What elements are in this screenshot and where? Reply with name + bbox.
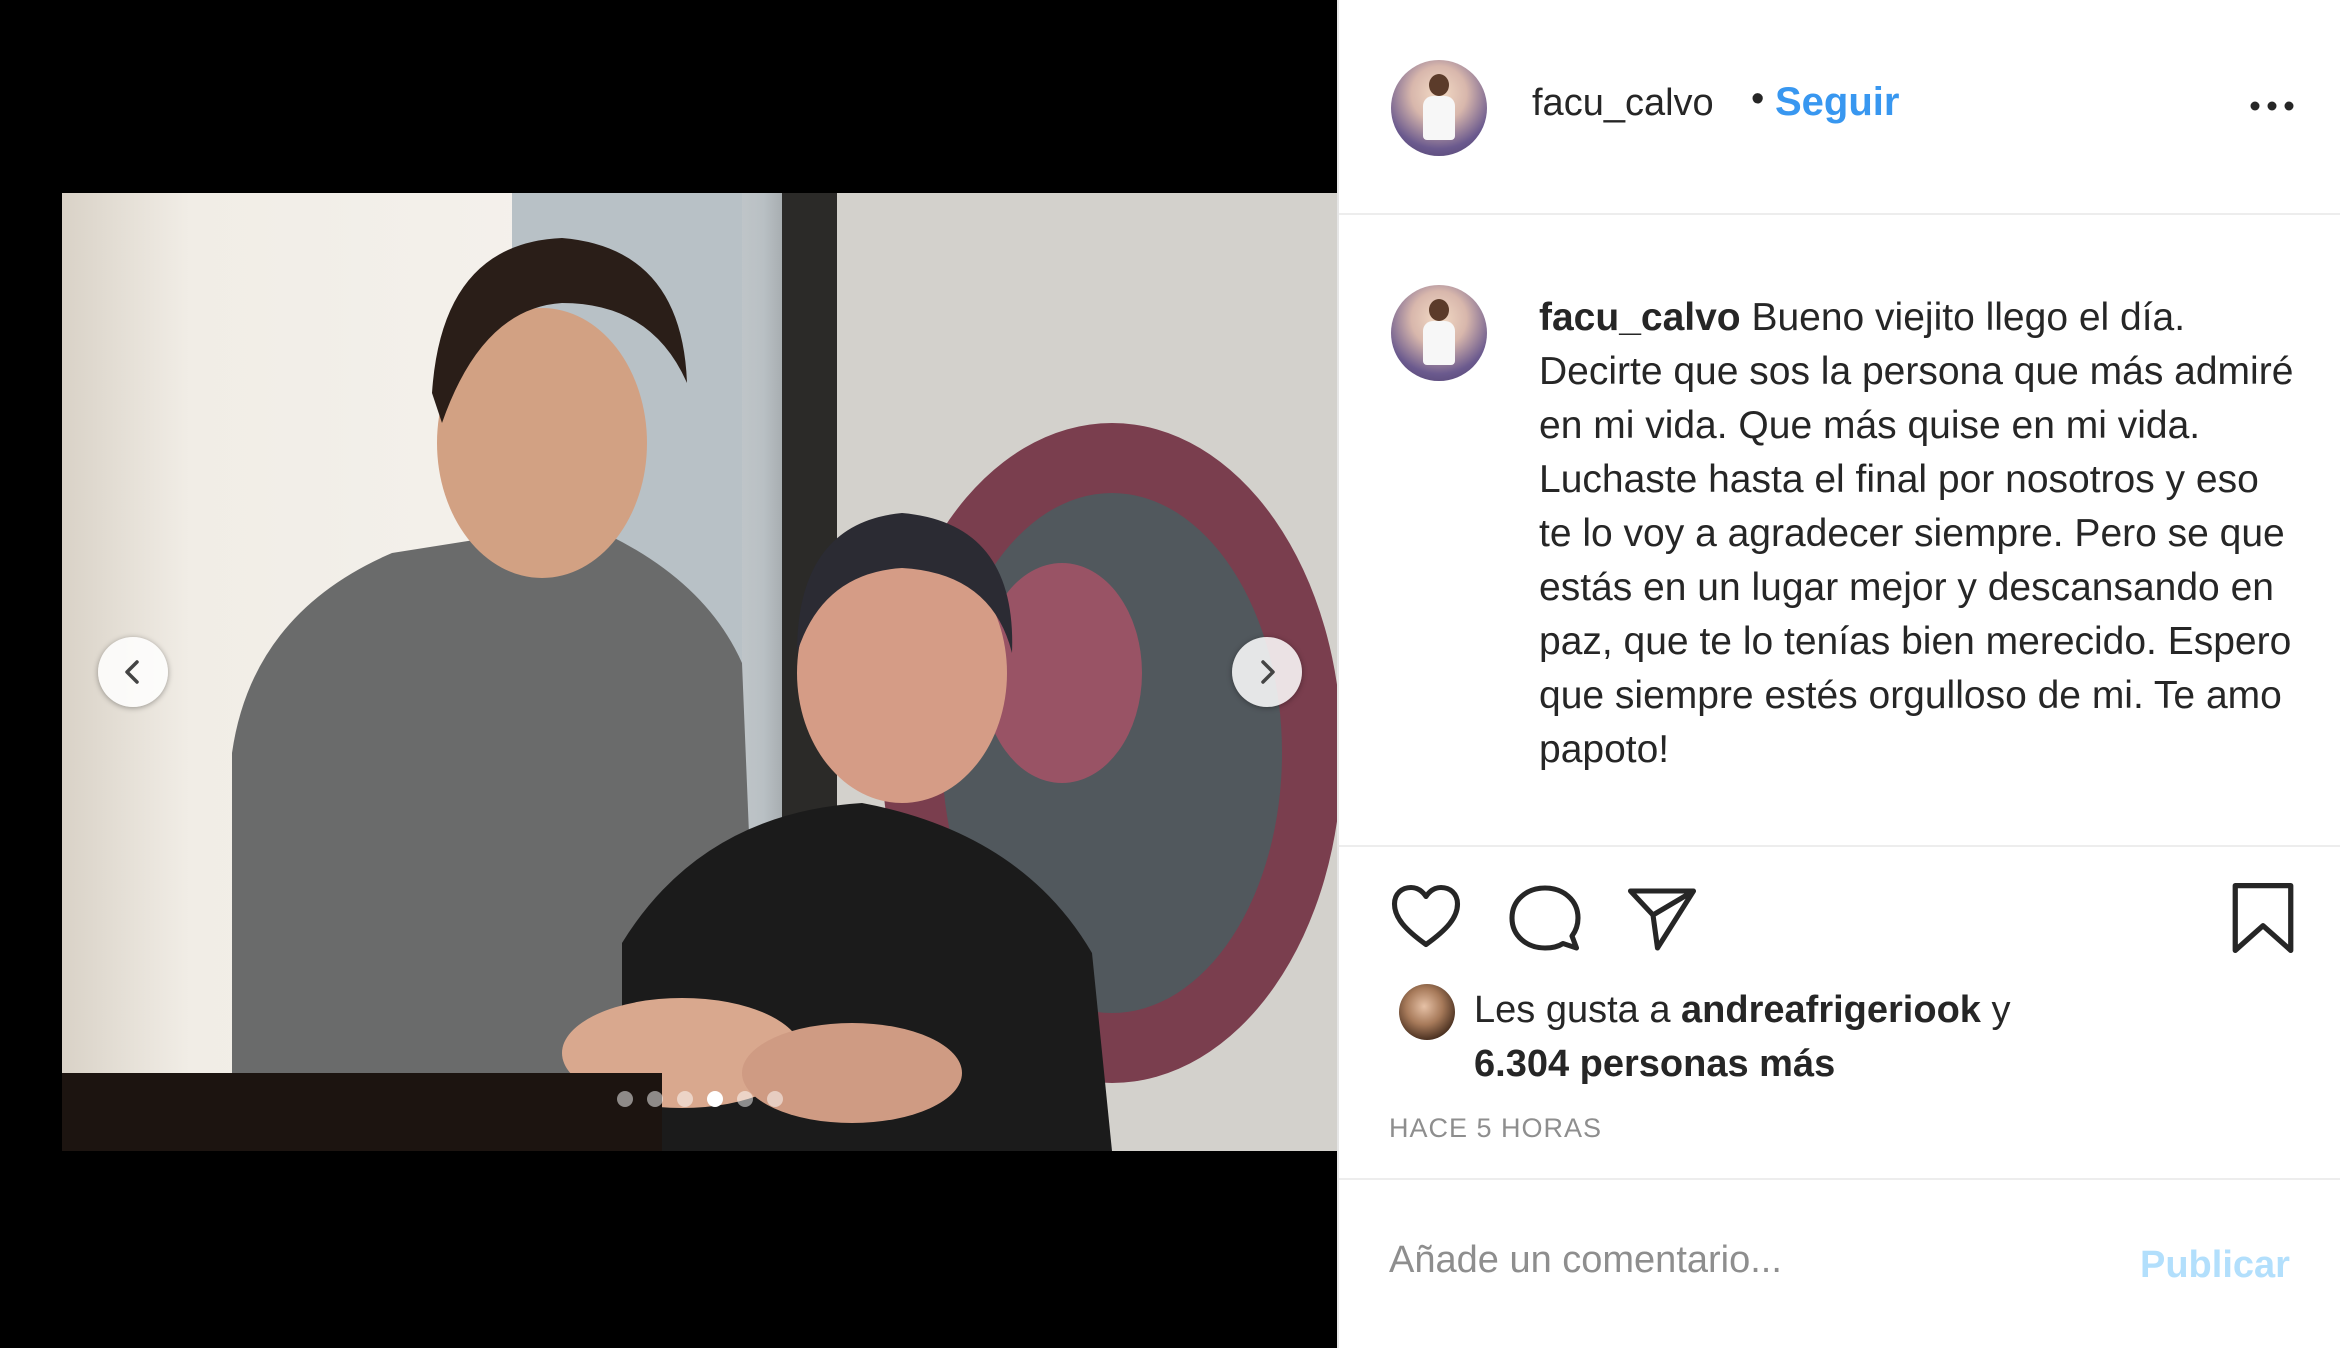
carousel-dot-active	[707, 1091, 723, 1107]
header-username[interactable]: facu_calvo	[1532, 82, 1714, 125]
caption-body: Bueno viejito llego el día. Decirte que …	[1539, 296, 2294, 771]
comment-bar: Publicar	[1339, 1178, 2340, 1348]
more-options-icon	[2250, 101, 2294, 111]
carousel-dot	[767, 1091, 783, 1107]
caption-username[interactable]: facu_calvo	[1539, 296, 1741, 339]
table	[62, 1073, 662, 1151]
actions-section: Les gusta a andreafrigeriook y 6.304 per…	[1339, 845, 2340, 1175]
liked-by-user[interactable]: andreafrigeriook	[1681, 989, 1981, 1031]
post-header: facu_calvo • Seguir	[1339, 0, 2340, 215]
avatar[interactable]	[1391, 60, 1487, 156]
comment-input[interactable]	[1387, 1238, 2111, 1283]
likes-summary: Les gusta a andreafrigeriook y 6.304 per…	[1474, 989, 2011, 1085]
photo-illustration	[62, 193, 1337, 1151]
carousel-dot	[677, 1091, 693, 1107]
post-sidebar: facu_calvo • Seguir facu_calvo Bueno vie…	[1337, 0, 2340, 1348]
liker-avatar[interactable]	[1399, 984, 1455, 1040]
more-options-button[interactable]	[2247, 86, 2297, 126]
follow-button[interactable]: Seguir	[1775, 80, 1899, 125]
caption-text: facu_calvo Bueno viejito llego el día. D…	[1539, 291, 2299, 777]
previous-slide-button[interactable]	[98, 637, 168, 707]
chevron-left-icon	[125, 660, 139, 684]
publish-button[interactable]: Publicar	[2140, 1244, 2290, 1287]
media-pane	[0, 0, 1337, 1348]
header-separator: •	[1751, 78, 1765, 120]
carousel-dot	[617, 1091, 633, 1107]
bookmark-icon[interactable]	[2229, 881, 2297, 955]
chevron-right-icon	[1261, 660, 1275, 684]
share-icon[interactable]	[1626, 885, 1698, 951]
carousel-indicator	[617, 1091, 783, 1107]
carousel-dot	[647, 1091, 663, 1107]
heart-icon[interactable]	[1389, 883, 1463, 949]
next-slide-button[interactable]	[1232, 637, 1302, 707]
caption-section: facu_calvo Bueno viejito llego el día. D…	[1339, 215, 2340, 845]
post-photo	[62, 193, 1337, 1151]
carousel-dot	[737, 1091, 753, 1107]
comment-icon[interactable]	[1509, 883, 1581, 953]
caption-avatar[interactable]	[1391, 285, 1487, 381]
post-timestamp[interactable]: HACE 5 HORAS	[1389, 1113, 1602, 1144]
likes-count[interactable]: 6.304 personas más	[1474, 1043, 1835, 1085]
